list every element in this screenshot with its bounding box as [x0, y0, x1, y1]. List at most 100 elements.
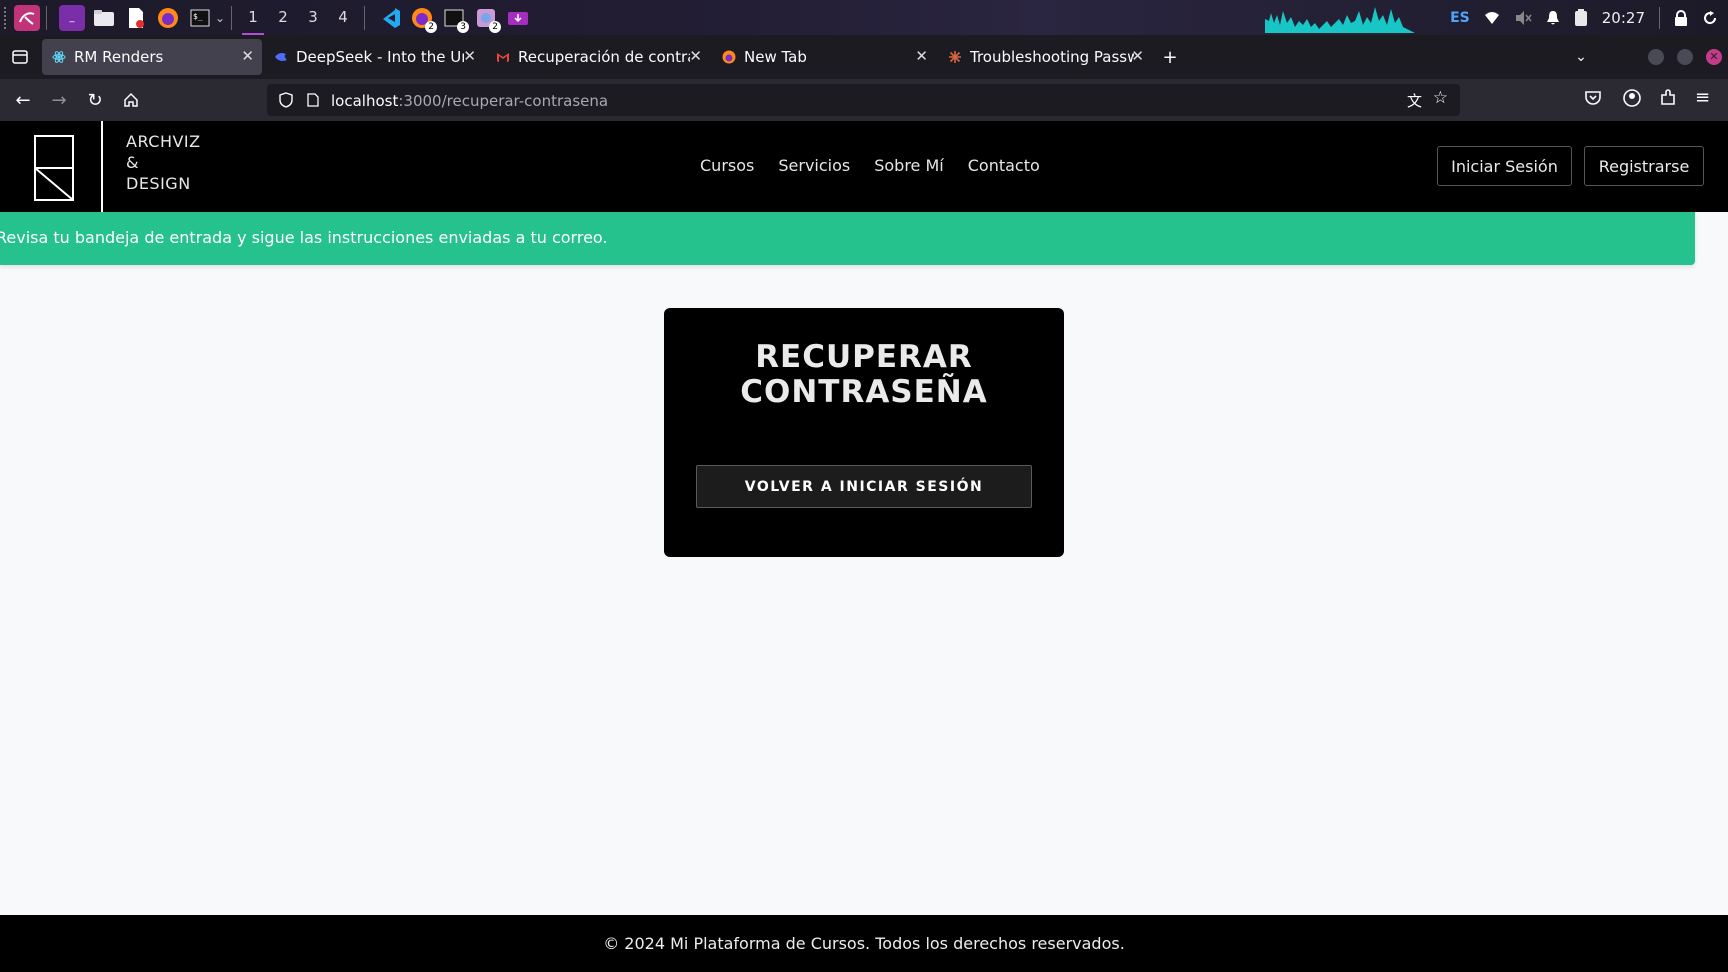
- brand-line: DESIGN: [126, 174, 191, 193]
- close-tab-icon[interactable]: ✕: [241, 47, 254, 65]
- close-tab-icon[interactable]: ✕: [463, 47, 476, 65]
- account-icon[interactable]: [1623, 89, 1641, 111]
- terminal-launcher-icon[interactable]: $_: [187, 5, 213, 31]
- rm-logo-icon[interactable]: [33, 134, 75, 202]
- taskbar-separator: [46, 5, 47, 30]
- list-all-tabs-chevron-icon[interactable]: ⌄: [1563, 39, 1599, 75]
- terminal-window-icon[interactable]: 3: [441, 5, 470, 33]
- window-count-badge: 2: [489, 20, 502, 33]
- claude-icon: [949, 51, 961, 63]
- tab-title: Recuperación de contrase: [518, 48, 690, 66]
- reload-icon[interactable]: ↻: [77, 82, 113, 118]
- window-count-badge: 3: [457, 20, 470, 33]
- tab-title: RM Renders: [74, 48, 164, 66]
- browser-tab-bar: RM Renders ✕ DeepSeek - Into the Unkn ✕ …: [0, 35, 1728, 79]
- tab-rm-renders[interactable]: RM Renders ✕: [42, 39, 262, 75]
- keyboard-layout[interactable]: ES: [1450, 10, 1470, 26]
- pocket-icon[interactable]: [1584, 89, 1602, 111]
- tab-title: New Tab: [744, 48, 807, 66]
- footer-copyright: © 2024 Mi Plataforma de Cursos. Todos lo…: [603, 934, 1125, 953]
- chevron-down-icon[interactable]: ⌄: [215, 11, 225, 25]
- url-text[interactable]: localhost:3000/recuperar-contrasena: [331, 91, 608, 110]
- tab-deepseek[interactable]: DeepSeek - Into the Unkn ✕: [264, 39, 484, 75]
- minimize-window-icon[interactable]: [1648, 49, 1664, 65]
- system-tray: ES 20:27: [1450, 0, 1728, 35]
- firefox-window-icon[interactable]: 2: [409, 5, 438, 33]
- brand-line: &: [126, 153, 139, 172]
- taskbar-separator: [231, 5, 233, 30]
- power-refresh-icon[interactable]: [1702, 10, 1718, 26]
- taskbar-separator: [364, 5, 366, 30]
- brand-name[interactable]: ARCHVIZ & DESIGN: [126, 131, 201, 194]
- close-tab-icon[interactable]: ✕: [1131, 47, 1144, 65]
- extensions-icon[interactable]: [1659, 89, 1677, 111]
- terminal-app-icon[interactable]: _: [59, 4, 85, 31]
- url-bar[interactable]: localhost:3000/recuperar-contrasena 文 ☆: [267, 84, 1460, 116]
- shield-icon[interactable]: [279, 92, 293, 108]
- site-footer: © 2024 Mi Plataforma de Cursos. Todos lo…: [0, 915, 1728, 972]
- volume-muted-icon[interactable]: [1514, 10, 1532, 26]
- url-host: localhost: [331, 91, 399, 110]
- firefox-view-icon[interactable]: [0, 39, 40, 75]
- tab-recuperacion[interactable]: Recuperación de contrase ✕: [486, 39, 710, 75]
- back-to-login-button[interactable]: VOLVER A INICIAR SESIÓN: [696, 465, 1032, 508]
- svg-text:$_: $_: [193, 12, 203, 21]
- wifi-icon[interactable]: [1484, 11, 1500, 25]
- hamburger-menu-icon[interactable]: ≡: [1695, 87, 1710, 108]
- nav-link-cursos[interactable]: Cursos: [700, 156, 754, 175]
- close-tab-icon[interactable]: ✕: [915, 47, 928, 65]
- workspace-4[interactable]: 4: [328, 0, 358, 35]
- kali-menu-icon[interactable]: [14, 4, 40, 31]
- workspace-2[interactable]: 2: [268, 0, 298, 35]
- home-icon[interactable]: [113, 82, 149, 118]
- nav-link-servicios[interactable]: Servicios: [778, 156, 850, 175]
- logo-divider: [101, 121, 103, 222]
- os-taskbar: _ $_ ⌄ 1 2 3 4 2 3 2 ES 20:27: [0, 0, 1728, 35]
- password-recovery-card: RECUPERAR CONTRASEÑA VOLVER A INICIAR SE…: [664, 308, 1064, 557]
- vscode-icon[interactable]: [377, 5, 403, 31]
- image-viewer-window-icon[interactable]: 2: [473, 5, 502, 33]
- react-icon: [52, 51, 66, 63]
- register-button[interactable]: Registrarse: [1584, 146, 1704, 186]
- close-tab-icon[interactable]: ✕: [689, 47, 702, 65]
- card-title-line: RECUPERAR: [755, 339, 973, 375]
- workspace-3[interactable]: 3: [298, 0, 328, 35]
- login-button[interactable]: Iniciar Sesión: [1437, 146, 1572, 186]
- clock[interactable]: 20:27: [1602, 9, 1645, 27]
- success-alert: Revisa tu bandeja de entrada y sigue las…: [0, 212, 1695, 265]
- card-title-line: CONTRASEÑA: [740, 374, 988, 410]
- tab-new-tab[interactable]: New Tab ✕: [712, 39, 936, 75]
- forward-arrow-icon[interactable]: →: [41, 82, 77, 118]
- file-manager-icon[interactable]: [91, 5, 117, 31]
- taskbar-separator: [1659, 6, 1660, 29]
- bookmark-star-icon[interactable]: ☆: [1433, 88, 1448, 108]
- taskbar-grip: [4, 6, 8, 29]
- main-nav: Cursos Servicios Sobre Mí Contacto: [700, 156, 1040, 175]
- new-tab-plus-icon[interactable]: +: [1152, 39, 1188, 75]
- tab-troubleshooting[interactable]: Troubleshooting Passwor ✕: [938, 39, 1152, 75]
- gmail-icon: [497, 53, 509, 62]
- nav-link-contacto[interactable]: Contacto: [968, 156, 1040, 175]
- text-editor-icon[interactable]: [123, 5, 149, 31]
- workspace-1[interactable]: 1: [238, 0, 268, 35]
- translate-icon[interactable]: 文: [1407, 90, 1422, 111]
- site-header: ARCHVIZ & DESIGN Cursos Servicios Sobre …: [0, 121, 1728, 222]
- battery-icon[interactable]: [1574, 8, 1588, 27]
- firefox-icon: [722, 50, 736, 64]
- nav-link-sobre-mi[interactable]: Sobre Mí: [874, 156, 944, 175]
- alert-message: Revisa tu bandeja de entrada y sigue las…: [0, 228, 608, 247]
- notification-bell-icon[interactable]: [1546, 10, 1560, 26]
- lock-screen-icon[interactable]: [1674, 9, 1688, 26]
- download-manager-icon[interactable]: [505, 5, 531, 31]
- back-arrow-icon[interactable]: ←: [5, 82, 41, 118]
- browser-nav-bar: ← → ↻ localhost:3000/recuperar-contrasen…: [0, 79, 1728, 121]
- window-count-badge: 2: [425, 20, 438, 33]
- tab-title: DeepSeek - Into the Unkn: [296, 48, 464, 66]
- firefox-launcher-icon[interactable]: [155, 5, 181, 31]
- brand-line: ARCHVIZ: [126, 132, 201, 151]
- close-window-icon[interactable]: ✕: [1706, 49, 1722, 65]
- url-path: :3000/recuperar-contrasena: [398, 91, 609, 110]
- maximize-window-icon[interactable]: [1677, 49, 1693, 65]
- deepseek-icon: [275, 53, 287, 61]
- page-icon: [307, 93, 319, 107]
